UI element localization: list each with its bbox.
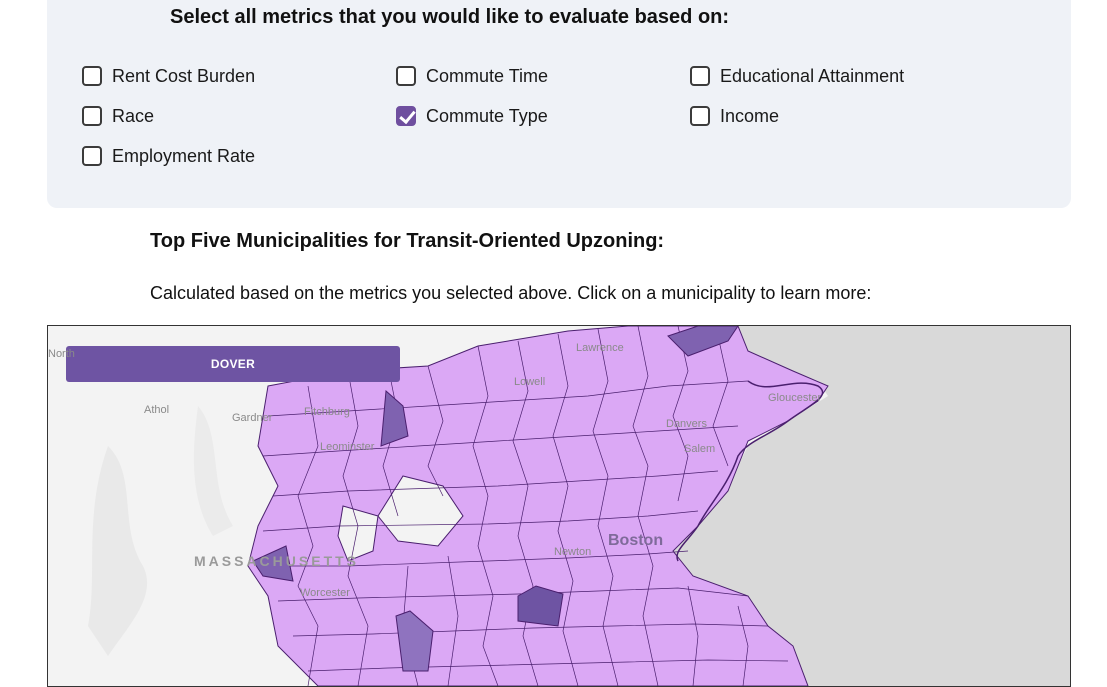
selected-municipality-banner[interactable]: DOVER [66, 346, 400, 382]
metric-label: Educational Attainment [720, 65, 905, 86]
metric-educational-attainment[interactable]: Educational Attainment [690, 64, 904, 88]
metric-rent-cost-burden[interactable]: Rent Cost Burden [82, 64, 255, 88]
income-checkbox[interactable] [690, 106, 710, 126]
metric-race[interactable]: Race [82, 104, 154, 128]
metric-label: Rent Cost Burden [112, 65, 256, 86]
commute-time-checkbox[interactable] [396, 66, 416, 86]
metric-label: Race [112, 105, 155, 126]
place-label-gardner: Gardner [232, 412, 273, 424]
place-label-lowell: Lowell [514, 376, 546, 388]
metrics-title: Select all metrics that you would like t… [170, 6, 730, 28]
metric-label: Commute Time [426, 65, 549, 86]
place-label-gloucester: Gloucester [768, 392, 822, 404]
results-subtitle: Calculated based on the metrics you sele… [150, 283, 872, 303]
municipality-map[interactable]: DOVER North Athol Gardner Fitchburg Leom… [47, 325, 1071, 687]
metric-label: Employment Rate [112, 145, 256, 166]
place-label-lawrence: Lawrence [576, 342, 624, 354]
race-checkbox[interactable] [82, 106, 102, 126]
place-label-salem: Salem [684, 443, 716, 455]
top-municipality-dover[interactable] [517, 585, 564, 627]
place-label-newton: Newton [554, 546, 592, 558]
educational-attainment-checkbox[interactable] [690, 66, 710, 86]
metric-commute-time[interactable]: Commute Time [396, 64, 548, 88]
place-label-danvers: Danvers [666, 418, 707, 430]
commute-type-checkbox[interactable] [396, 106, 416, 126]
place-label-leominster: Leominster [320, 441, 375, 453]
metric-label: Commute Type [426, 105, 548, 126]
metric-employment-rate[interactable]: Employment Rate [82, 144, 255, 168]
place-label-worcester: Worcester [300, 587, 350, 599]
metrics-panel: Select all metrics that you would like t… [47, 0, 1071, 208]
employment-rate-checkbox[interactable] [82, 146, 102, 166]
place-label-north: North [48, 348, 75, 360]
metric-label: Income [720, 105, 780, 126]
rent-cost-burden-checkbox[interactable] [82, 66, 102, 86]
place-label-massachusetts: MASSACHUSETTS [194, 553, 360, 569]
place-label-boston: Boston [608, 532, 664, 549]
place-label-athol: Athol [144, 404, 170, 416]
place-label-fitchburg: Fitchburg [304, 406, 350, 418]
metric-commute-type[interactable]: Commute Type [396, 104, 548, 128]
metric-income[interactable]: Income [690, 104, 779, 128]
results-heading: Top Five Municipalities for Transit-Orie… [150, 230, 665, 252]
